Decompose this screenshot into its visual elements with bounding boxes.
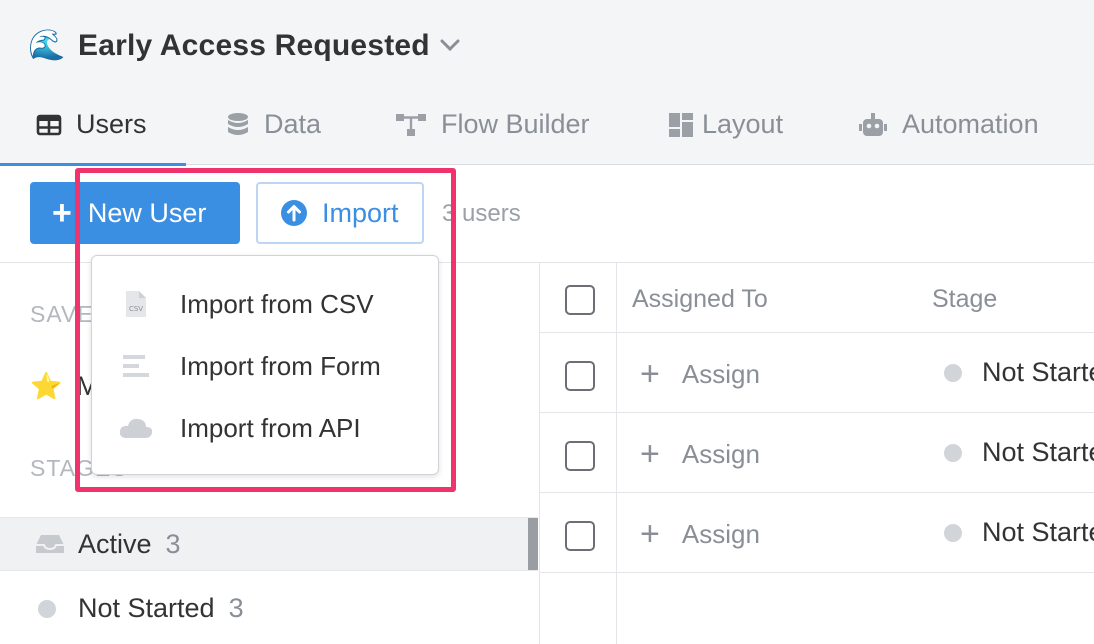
tab-data-label: Data bbox=[264, 109, 322, 139]
layout-icon bbox=[669, 112, 693, 137]
sidebar-item-active[interactable]: Active 3 bbox=[0, 517, 538, 571]
assign-button[interactable]: + Assign bbox=[640, 435, 760, 474]
column-header-assigned-to[interactable]: Assigned To bbox=[632, 285, 768, 314]
inbox-icon bbox=[36, 535, 64, 553]
stage-label: Not Started bbox=[982, 437, 1094, 467]
stage-cell[interactable]: Not Started bbox=[944, 357, 1094, 388]
star-icon: ⭐ bbox=[30, 371, 63, 401]
chevron-down-icon[interactable] bbox=[440, 38, 460, 57]
wave-emoji-icon: 🌊 bbox=[28, 29, 66, 62]
table-icon bbox=[36, 114, 62, 135]
stage-label: Not Started bbox=[982, 517, 1094, 547]
sidebar-scrollbar[interactable] bbox=[528, 518, 538, 570]
sidebar-item-not-started-label: Not Started bbox=[78, 593, 215, 623]
sidebar-item-active-count: 3 bbox=[165, 528, 181, 559]
sidebar-item-not-started[interactable]: Not Started 3 bbox=[38, 593, 244, 624]
table-row[interactable]: + Assign Not Started bbox=[540, 493, 1094, 573]
robot-icon bbox=[859, 112, 887, 136]
status-dot-icon bbox=[38, 599, 56, 618]
tab-automation[interactable]: Automation bbox=[858, 92, 1039, 165]
assign-label: Assign bbox=[681, 359, 760, 389]
tab-layout[interactable]: Layout bbox=[668, 92, 783, 165]
row-checkbox[interactable] bbox=[565, 441, 595, 471]
assign-button[interactable]: + Assign bbox=[640, 515, 760, 554]
flow-icon bbox=[396, 113, 426, 136]
sidebar-item-not-started-count: 3 bbox=[228, 593, 244, 623]
sidebar-item-active-label: Active bbox=[78, 528, 152, 559]
plus-icon: + bbox=[640, 355, 660, 393]
assign-label: Assign bbox=[681, 519, 760, 549]
table-row[interactable]: + Assign Not Started bbox=[540, 413, 1094, 493]
tab-users[interactable]: Users bbox=[0, 92, 186, 166]
stage-cell[interactable]: Not Started bbox=[944, 437, 1094, 468]
page-title: Early Access Requested bbox=[78, 29, 430, 62]
status-dot-icon bbox=[944, 443, 962, 462]
tab-data[interactable]: Data bbox=[226, 92, 321, 165]
page-title-row[interactable]: 🌊 Early Access Requested bbox=[28, 26, 460, 66]
stage-label: Not Started bbox=[982, 357, 1094, 387]
tab-automation-label: Automation bbox=[902, 109, 1039, 139]
plus-icon: + bbox=[640, 435, 660, 473]
table-row[interactable]: + Assign Not Started bbox=[540, 333, 1094, 413]
tab-flow-builder-label: Flow Builder bbox=[441, 109, 590, 139]
tab-flow-builder[interactable]: Flow Builder bbox=[395, 92, 590, 165]
status-dot-icon bbox=[944, 523, 962, 542]
row-checkbox[interactable] bbox=[565, 361, 595, 391]
select-all-checkbox[interactable] bbox=[565, 285, 595, 315]
assign-button[interactable]: + Assign bbox=[640, 355, 760, 394]
tab-layout-label: Layout bbox=[702, 109, 784, 139]
database-icon bbox=[228, 112, 248, 135]
row-checkbox[interactable] bbox=[565, 521, 595, 551]
highlight-box bbox=[75, 168, 456, 492]
tab-users-label: Users bbox=[76, 109, 147, 139]
plus-icon: + bbox=[640, 515, 660, 553]
table-header-row: Assigned To Stage bbox=[540, 263, 1094, 333]
status-dot-icon bbox=[944, 363, 962, 382]
plus-icon: + bbox=[52, 194, 72, 232]
top-header: 🌊 Early Access Requested Users Data Flow… bbox=[0, 0, 1094, 166]
tab-bar: Users Data Flow Builder Layout Automatio… bbox=[0, 92, 1094, 166]
column-header-stage[interactable]: Stage bbox=[932, 285, 997, 314]
users-table: Assigned To Stage + Assign Not Started + A… bbox=[540, 262, 1094, 644]
stage-cell[interactable]: Not Started bbox=[944, 517, 1094, 548]
assign-label: Assign bbox=[681, 439, 760, 469]
